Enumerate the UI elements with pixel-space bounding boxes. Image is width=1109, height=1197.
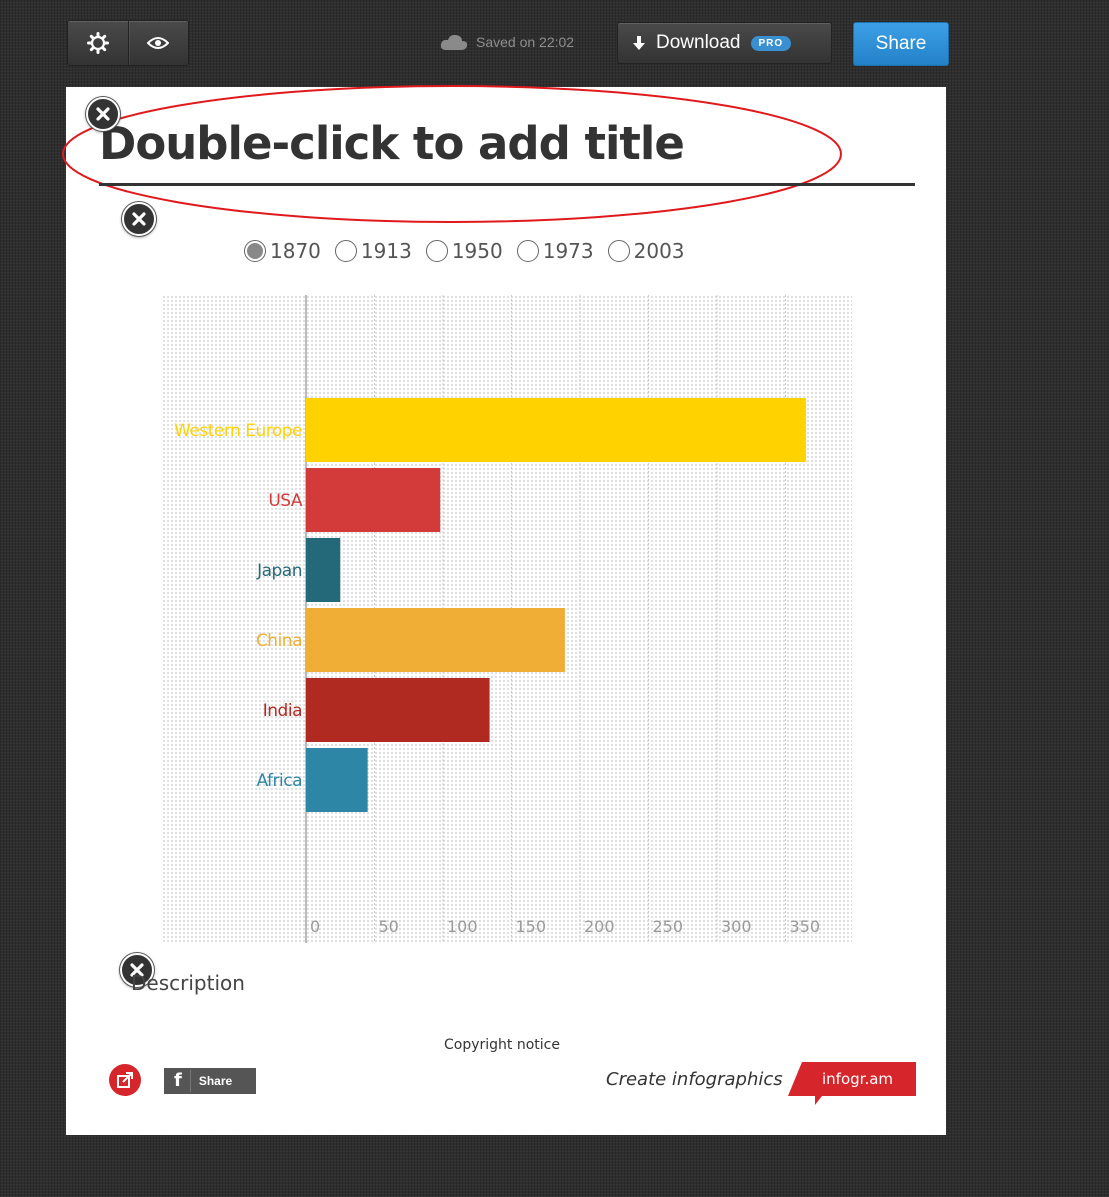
download-button[interactable]: Download PRO [617, 22, 832, 64]
year-label: 2003 [633, 239, 685, 263]
x-tick-label: 100 [447, 917, 478, 936]
gear-icon [86, 32, 109, 54]
title-divider [99, 183, 915, 186]
description-text[interactable]: Description [131, 971, 245, 995]
facebook-icon: f [174, 1070, 191, 1092]
x-tick-label: 0 [310, 917, 320, 936]
category-label: Western Europe [174, 421, 302, 441]
radio-button[interactable] [244, 240, 266, 262]
saved-text: Saved on 22:02 [476, 34, 575, 50]
bar-chart: 0 50 100 150 200 250 300 350 Western Europe USA Ja… [174, 295, 821, 943]
bar [306, 608, 565, 672]
year-label: 1870 [270, 239, 321, 263]
close-icon [96, 107, 110, 121]
radio-button[interactable] [425, 240, 448, 262]
year-option-2003[interactable]: 2003 [607, 239, 685, 263]
embed-button[interactable] [109, 1064, 141, 1096]
x-tick-label: 300 [721, 917, 752, 936]
category-label: Africa [257, 771, 303, 791]
year-label: 1973 [542, 239, 594, 263]
pro-badge: PRO [750, 35, 792, 51]
page-title[interactable]: Double-click to add title [99, 117, 685, 170]
download-label: Download [656, 32, 741, 53]
settings-button[interactable] [68, 21, 128, 65]
x-tick-label: 150 [516, 917, 547, 936]
infogram-logo-link[interactable]: infogr.am [788, 1062, 916, 1106]
bar [306, 398, 807, 462]
bar [306, 678, 490, 742]
radio-button[interactable] [334, 240, 357, 262]
remove-chart-button[interactable] [122, 202, 156, 236]
infogram-brand-text: infogr.am [822, 1070, 894, 1088]
facebook-share-label: Share [198, 1074, 233, 1088]
category-label: USA [268, 491, 303, 511]
remove-title-button[interactable] [86, 97, 120, 131]
category-label: Japan [256, 561, 302, 581]
year-option-1950[interactable]: 1950 [425, 239, 503, 263]
eye-icon [147, 37, 170, 49]
x-tick-label: 250 [653, 917, 684, 936]
infographic-canvas: Double-click to add title 1870 1913 1950… [62, 85, 946, 1135]
preview-button[interactable] [127, 21, 189, 65]
share-button[interactable]: Share [853, 22, 949, 66]
year-option-1973[interactable]: 1973 [516, 239, 594, 263]
close-icon [132, 212, 146, 226]
download-arrow-icon [633, 36, 645, 50]
bar [306, 748, 368, 812]
radio-button[interactable] [607, 240, 630, 262]
share-out-icon [117, 1072, 133, 1088]
x-tick-label: 50 [379, 917, 399, 936]
bar-chart-area: 0 50 100 150 200 250 300 350 Western Europe USA Ja… [162, 295, 852, 943]
year-selector: 1870 1913 1950 1973 2003 [244, 239, 699, 263]
year-label: 1913 [360, 239, 412, 263]
cloud-icon [440, 34, 468, 50]
year-label: 1950 [451, 239, 503, 263]
year-option-1913[interactable]: 1913 [334, 239, 412, 263]
bar [306, 538, 341, 602]
facebook-share-button[interactable]: f Share [164, 1068, 256, 1094]
x-tick-label: 350 [790, 917, 821, 936]
radio-button[interactable] [516, 240, 539, 262]
create-infographics-text: Create infographics [606, 1069, 783, 1090]
category-label: India [263, 701, 302, 721]
save-status: Saved on 22:02 [440, 33, 574, 51]
year-option-1870[interactable]: 1870 [244, 239, 321, 263]
x-tick-label: 200 [584, 917, 615, 936]
category-label: China [256, 631, 302, 651]
toolbar-left-group [67, 20, 189, 66]
bar [306, 468, 441, 532]
copyright-notice[interactable]: Copyright notice [444, 1037, 560, 1053]
